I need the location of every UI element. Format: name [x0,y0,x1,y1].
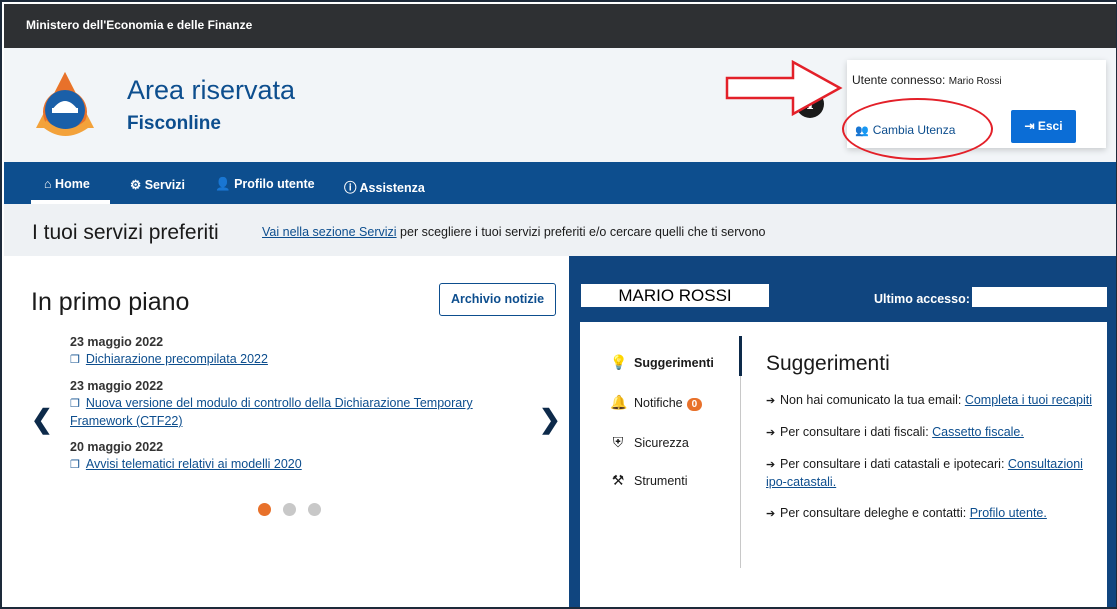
agenzia-entrate-logo-icon[interactable] [30,68,100,144]
suggestion-text: Per consultare deleghe e contatti: [780,506,970,520]
news-date: 20 maggio 2022 [70,440,164,454]
news-link-label: Nuova versione del modulo di controllo d… [70,396,473,428]
news-link-label: Dichiarazione precompilata 2022 [85,352,268,366]
tab-notifications-label: Notifiche [634,396,683,410]
suggestion-text: Per consultare i dati fiscali: [780,425,933,439]
nav-item-services[interactable]: ⚙ Servizi [130,177,185,192]
suggestion-text: Per consultare i dati catastali e ipotec… [780,457,1008,471]
news-link-label: Avvisi telematici relativi ai modelli 20… [85,457,302,471]
home-icon: ⌂ [44,177,52,191]
tab-security-label: Sicurezza [634,436,689,450]
lightbulb-icon: 💡 [610,354,628,370]
arrow-circle-right-icon: ➔ [766,427,776,439]
suggestion-item: ➔ Per consultare deleghe e contatti: Prof… [766,505,1096,523]
news-date: 23 maggio 2022 [70,379,164,393]
last-access-label: Ultimo accesso: [874,292,970,306]
arrow-circle-right-icon: ➔ [766,395,776,407]
contacts-link[interactable]: Completa i tuoi recapiti [965,393,1092,407]
news-link[interactable]: ❐ Nuova versione del modulo di controllo … [70,395,530,430]
suggestion-item: ➔ Per consultare i dati catastali e ipote… [766,456,1096,491]
window-icon: ❐ [70,398,80,410]
user-full-name: MARIO ROSSI [581,284,769,307]
logout-icon: ⇥ [1024,119,1035,133]
tools-icon: ⚒ [611,472,625,488]
carousel-dots [258,503,333,521]
carousel-dot-3[interactable] [308,503,321,516]
window-icon: ❐ [70,354,80,366]
tab-tools[interactable]: ⚒ Strumenti [610,472,688,489]
arrow-circle-right-icon: ➔ [766,508,776,520]
nav-item-assistance[interactable]: ⓘ Assistenza [344,177,425,196]
news-link[interactable]: ❐ Dichiarazione precompilata 2022 [70,351,530,369]
suggestions-list: ➔ Non hai comunicato la tua email: Comple… [766,392,1096,537]
logout-label: Esci [1037,119,1063,133]
notification-count-badge: 0 [686,398,703,411]
nav-item-assistance-label: Assistenza [359,181,425,195]
news-list: 23 maggio 2022 ❐ Dichiarazione precompila… [70,333,530,482]
active-tab-indicator [739,336,742,376]
services-icon: ⚙ [130,178,142,192]
news-archive-button[interactable]: Archivio notizie [439,283,556,316]
nav-item-home[interactable]: ⌂ Home [44,177,90,191]
nav-item-profile-label: Profilo utente [234,177,315,191]
tab-notifications[interactable]: 🔔 Notifiche 0 [610,394,703,411]
connected-user-label: Utente connesso: [852,73,946,87]
tax-drawer-link[interactable]: Cassetto fiscale. [932,425,1024,439]
arrow-circle-right-icon: ➔ [766,459,776,471]
favorites-text: Vai nella sezione Servizi per scegliere … [262,225,765,239]
news-panel: In primo piano Archivio notizie ❮ 23 mag… [4,256,569,607]
window-icon: ❐ [70,459,80,471]
news-link[interactable]: ❐ Avvisi telematici relativi ai modelli 2… [70,456,530,474]
suggestions-title: Suggerimenti [766,352,890,375]
annotation-arrow-icon [725,60,843,116]
annotation-circle [842,98,993,160]
main-nav: ⌂ Home ⚙ Servizi 👤 Profilo utente ⓘ Assi… [4,162,1116,204]
user-icon: 👤 [215,177,231,191]
suggestion-item: ➔ Per consultare i dati fiscali: Cassetto… [766,424,1096,442]
tab-tools-label: Strumenti [634,474,688,488]
connected-user-name: Mario Rossi [948,76,1002,87]
tab-security[interactable]: ⛨ Sicurezza [610,434,689,451]
last-access-value [972,287,1107,307]
nav-item-profile[interactable]: 👤 Profilo utente [215,177,315,192]
user-area-panel: MARIO ROSSI Ultimo accesso: 💡 Suggeriment… [569,256,1116,607]
suggestion-item: ➔ Non hai comunicato la tua email: Comple… [766,392,1096,410]
favorites-bar: I tuoi servizi preferiti Vai nella sezio… [4,204,1116,256]
brand-title: Area riservata [127,75,296,105]
logout-button[interactable]: ⇥ Esci [1011,110,1076,143]
info-circle-icon: ⓘ [344,181,357,195]
brand-subtitle: Fisconline [127,113,221,134]
ministry-title: Ministero dell'Economia e delle Finanze [26,18,253,32]
tab-suggestions-label: Suggerimenti [634,356,714,370]
carousel-prev-icon[interactable]: ❮ [31,404,53,435]
news-date: 23 maggio 2022 [70,335,164,349]
nav-item-services-label: Servizi [144,178,186,192]
shield-icon: ⛨ [612,434,624,450]
carousel-dot-1[interactable] [258,503,271,516]
favorites-title: I tuoi servizi preferiti [32,221,219,244]
news-title: In primo piano [31,288,190,316]
services-section-link[interactable]: Vai nella sezione Servizi [262,225,397,239]
user-tabs-card: 💡 Suggerimenti 🔔 Notifiche 0 ⛨ Sicurezza ⚒ St… [580,322,1107,607]
tab-suggestions[interactable]: 💡 Suggerimenti [610,354,714,371]
favorites-description: per scegliere i tuoi servizi preferiti e… [396,225,766,239]
nav-item-home-label: Home [55,177,90,191]
connected-user: Utente connesso: Mario Rossi [852,73,1002,87]
bell-icon: 🔔 [610,394,628,410]
user-profile-link[interactable]: Profilo utente. [970,506,1047,520]
suggestion-text: Non hai comunicato la tua email: [780,393,965,407]
carousel-next-icon[interactable]: ❯ [539,404,561,435]
ministry-bar: Ministero dell'Economia e delle Finanze [4,4,1116,48]
carousel-dot-2[interactable] [283,503,296,516]
page-frame: Ministero dell'Economia e delle Finanze … [0,0,1117,609]
